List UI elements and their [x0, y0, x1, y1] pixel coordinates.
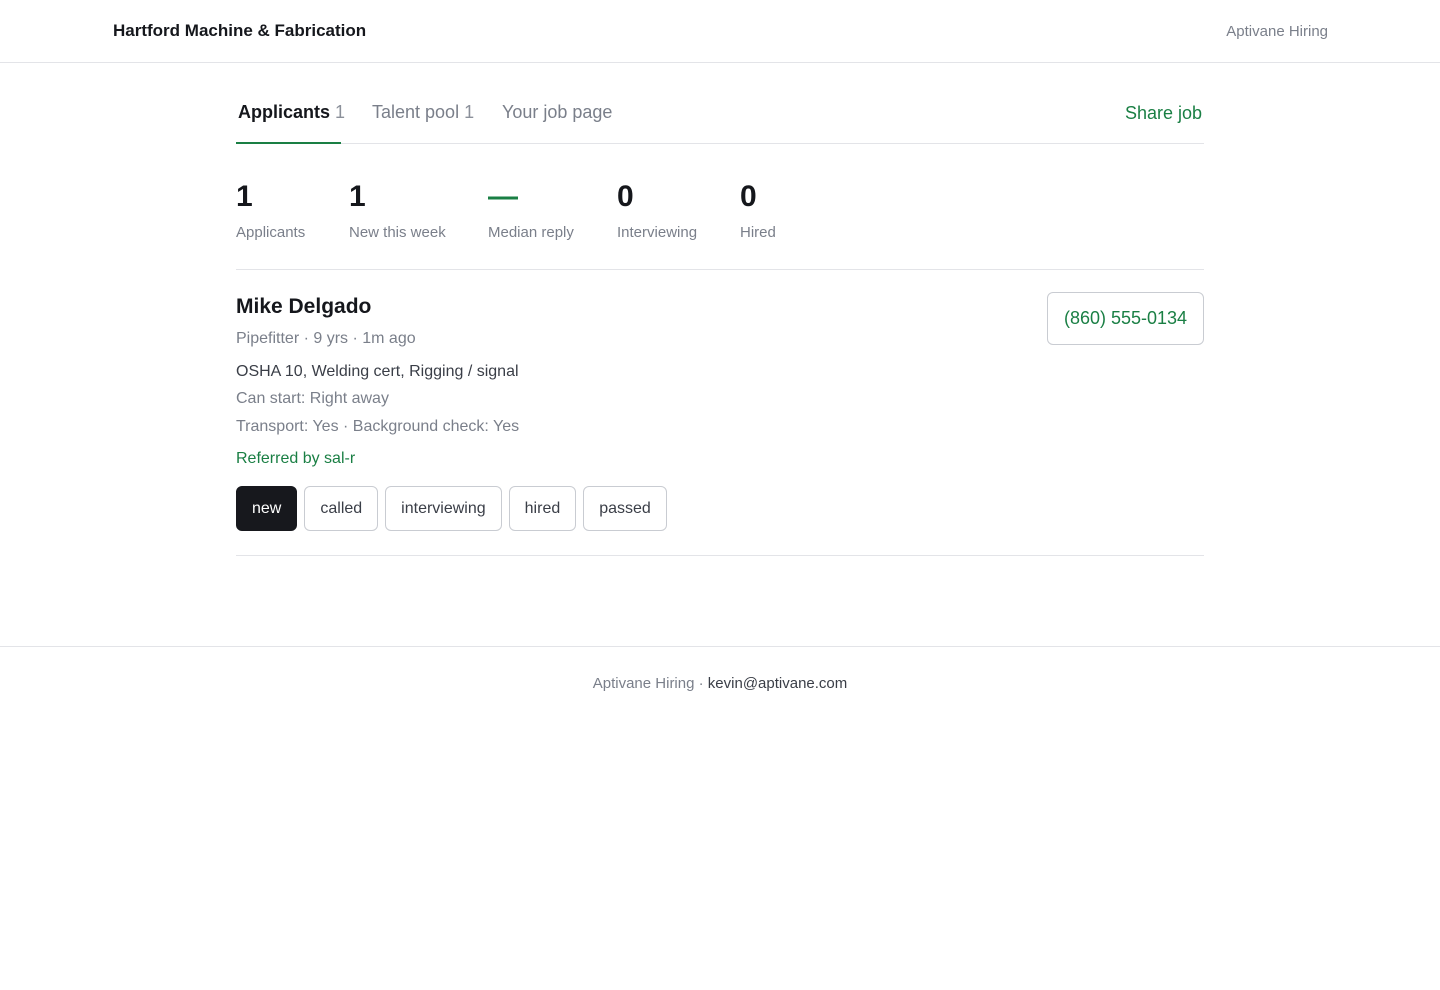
company-name: Hartford Machine & Fabrication: [113, 21, 367, 40]
stat-new-this-week-label: New this week: [349, 224, 446, 241]
footer: Aptivane Hiring · kevin@aptivane.com: [0, 646, 1440, 718]
footer-email-link[interactable]: kevin@aptivane.com: [708, 675, 847, 692]
applicant-start-availability: Can start: Right away: [236, 390, 389, 407]
stats-summary: 1 Applicants 1 New this week — Median re…: [236, 144, 1204, 270]
tab-job-page-label: Your job page: [502, 102, 613, 122]
footer-brand: Aptivane Hiring: [592, 675, 695, 692]
main-content: Applicants 1 Talent pool 1 Your job page…: [236, 63, 1204, 556]
stat-hired-label: Hired: [740, 224, 776, 241]
stat-applicants: 1 Applicants: [236, 180, 305, 241]
brand-link[interactable]: Aptivane Hiring: [1226, 23, 1328, 40]
tab-talent-pool[interactable]: Talent pool 1: [372, 102, 474, 123]
stat-hired-value: 0: [740, 180, 757, 213]
tab-job-page[interactable]: Your job page: [502, 102, 612, 123]
call-phone-button[interactable]: (860) 555-0134: [1047, 292, 1204, 345]
status-new-button[interactable]: new: [236, 486, 298, 531]
stat-applicants-label: Applicants: [236, 224, 306, 241]
tab-talent-pool-label: Talent pool: [372, 102, 460, 122]
applicant-meta: Pipefitter · 9 yrs · 1m ago: [236, 330, 416, 347]
stat-new-this-week: 1 New this week: [349, 180, 446, 241]
status-selector: new called interviewing hired passed: [236, 486, 667, 531]
status-passed-button[interactable]: passed: [583, 486, 667, 531]
applicant-referral: Referred by sal-r: [236, 450, 356, 467]
share-job-link[interactable]: Share job: [1125, 103, 1202, 124]
status-hired-button[interactable]: hired: [508, 486, 577, 531]
stat-median-reply-value: —: [488, 180, 518, 213]
status-called-button[interactable]: called: [304, 486, 379, 531]
stat-hired: 0 Hired: [740, 180, 776, 241]
tab-applicants-count: 1: [335, 102, 346, 122]
applicant-checks: Transport: Yes · Background check: Yes: [236, 418, 520, 435]
tab-talent-pool-count: 1: [464, 102, 475, 122]
status-interviewing-button[interactable]: interviewing: [385, 486, 502, 531]
tab-bar: Applicants 1 Talent pool 1 Your job page…: [236, 63, 1204, 144]
stat-new-this-week-value: 1: [349, 180, 366, 213]
stat-interviewing-label: Interviewing: [617, 224, 698, 241]
applicant-skills: OSHA 10, Welding cert, Rigging / signal: [236, 363, 519, 380]
stat-interviewing-value: 0: [617, 180, 634, 213]
stat-median-reply: — Median reply: [488, 180, 574, 241]
tab-applicants[interactable]: Applicants 1: [238, 102, 345, 123]
stat-interviewing: 0 Interviewing: [617, 180, 697, 241]
applicant-card: Mike Delgado Pipefitter · 9 yrs · 1m ago…: [236, 270, 1204, 556]
footer-separator: ·: [698, 675, 704, 692]
stat-applicants-value: 1: [236, 180, 253, 213]
applicant-name: Mike Delgado: [236, 295, 372, 318]
top-bar: Hartford Machine & Fabrication Aptivane …: [0, 0, 1440, 63]
tab-applicants-label: Applicants: [238, 102, 331, 122]
stat-median-reply-label: Median reply: [488, 224, 574, 241]
